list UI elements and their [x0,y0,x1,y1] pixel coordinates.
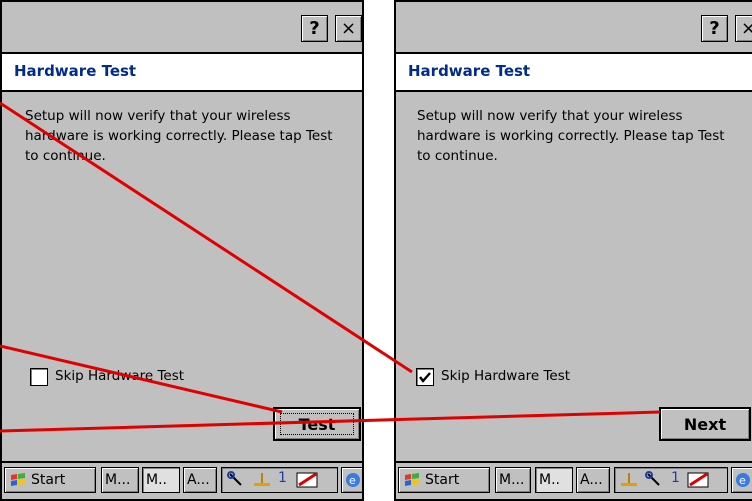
tray-number: 1 [671,470,680,486]
taskbar-item-3[interactable]: A... [576,467,610,493]
taskbar-item-3-label: A... [187,472,210,488]
test-button[interactable]: Test [273,407,361,441]
page-title: Hardware Test [408,62,531,80]
svg-text:e: e [739,474,746,487]
close-icon: × [741,18,752,39]
tray-number: 1 [278,470,287,486]
close-button[interactable]: × [335,15,362,42]
page-header: Hardware Test [396,54,752,92]
skip-hardware-test-checkbox[interactable] [416,368,434,386]
start-button[interactable]: Start [4,467,96,493]
network-icon[interactable] [619,471,639,489]
ie-glyph: e [346,473,360,487]
ie-glyph: e [736,473,750,487]
help-button[interactable]: ? [301,15,328,42]
battery-icon[interactable] [296,471,320,489]
instruction-text: Setup will now verify that your wireless… [417,108,725,164]
focus-rectangle [280,413,354,435]
svg-text:e: e [349,474,356,487]
close-button[interactable]: × [735,15,752,42]
screen-after: ? × Hardware Test Setup will now verify … [394,0,752,501]
settings-icon[interactable] [227,471,245,489]
help-button[interactable]: ? [701,15,728,42]
taskbar: Start M... M.. A... 1 e [396,461,752,499]
help-icon: ? [709,18,720,39]
taskbar-item-3-label: A... [580,472,603,488]
page-header: Hardware Test [2,54,362,92]
taskbar-item-2[interactable]: M.. [535,467,573,493]
skip-hardware-test-label[interactable]: Skip Hardware Test [441,368,570,384]
close-icon: × [340,18,357,39]
taskbar-item-1-label: M... [105,472,131,488]
internet-explorer-icon[interactable]: e [341,467,362,493]
start-label: Start [425,472,460,488]
windows-flag-icon [405,473,419,486]
skip-hardware-test-label[interactable]: Skip Hardware Test [55,368,184,384]
next-button[interactable]: Next [659,407,751,441]
taskbar: Start M... M.. A... 1 e [2,461,362,499]
next-button-label: Next [683,414,727,434]
skip-hardware-test-checkbox[interactable] [30,368,48,386]
title-bar: ? × [396,2,752,54]
start-label: Start [31,472,66,488]
taskbar-item-1[interactable]: M... [101,467,139,493]
taskbar-item-2[interactable]: M.. [142,467,180,493]
windows-flag-icon [11,473,25,486]
instruction-text: Setup will now verify that your wireless… [25,108,333,164]
system-tray: 1 [614,467,728,493]
taskbar-item-3[interactable]: A... [183,467,217,493]
settings-icon[interactable] [645,471,663,489]
system-tray: 1 [221,467,338,493]
taskbar-item-1-label: M... [499,472,525,488]
network-icon[interactable] [252,471,272,489]
screen-before: ? × Hardware Test Setup will now verify … [0,0,364,501]
page-title: Hardware Test [14,62,137,80]
battery-icon[interactable] [687,471,711,489]
start-button[interactable]: Start [398,467,490,493]
title-bar: ? × [2,2,362,54]
taskbar-item-2-label: M.. [539,472,560,488]
internet-explorer-icon[interactable]: e [731,467,752,493]
checkmark-icon [419,372,431,383]
help-icon: ? [309,18,320,39]
taskbar-item-2-label: M.. [146,472,167,488]
taskbar-item-1[interactable]: M... [495,467,531,493]
